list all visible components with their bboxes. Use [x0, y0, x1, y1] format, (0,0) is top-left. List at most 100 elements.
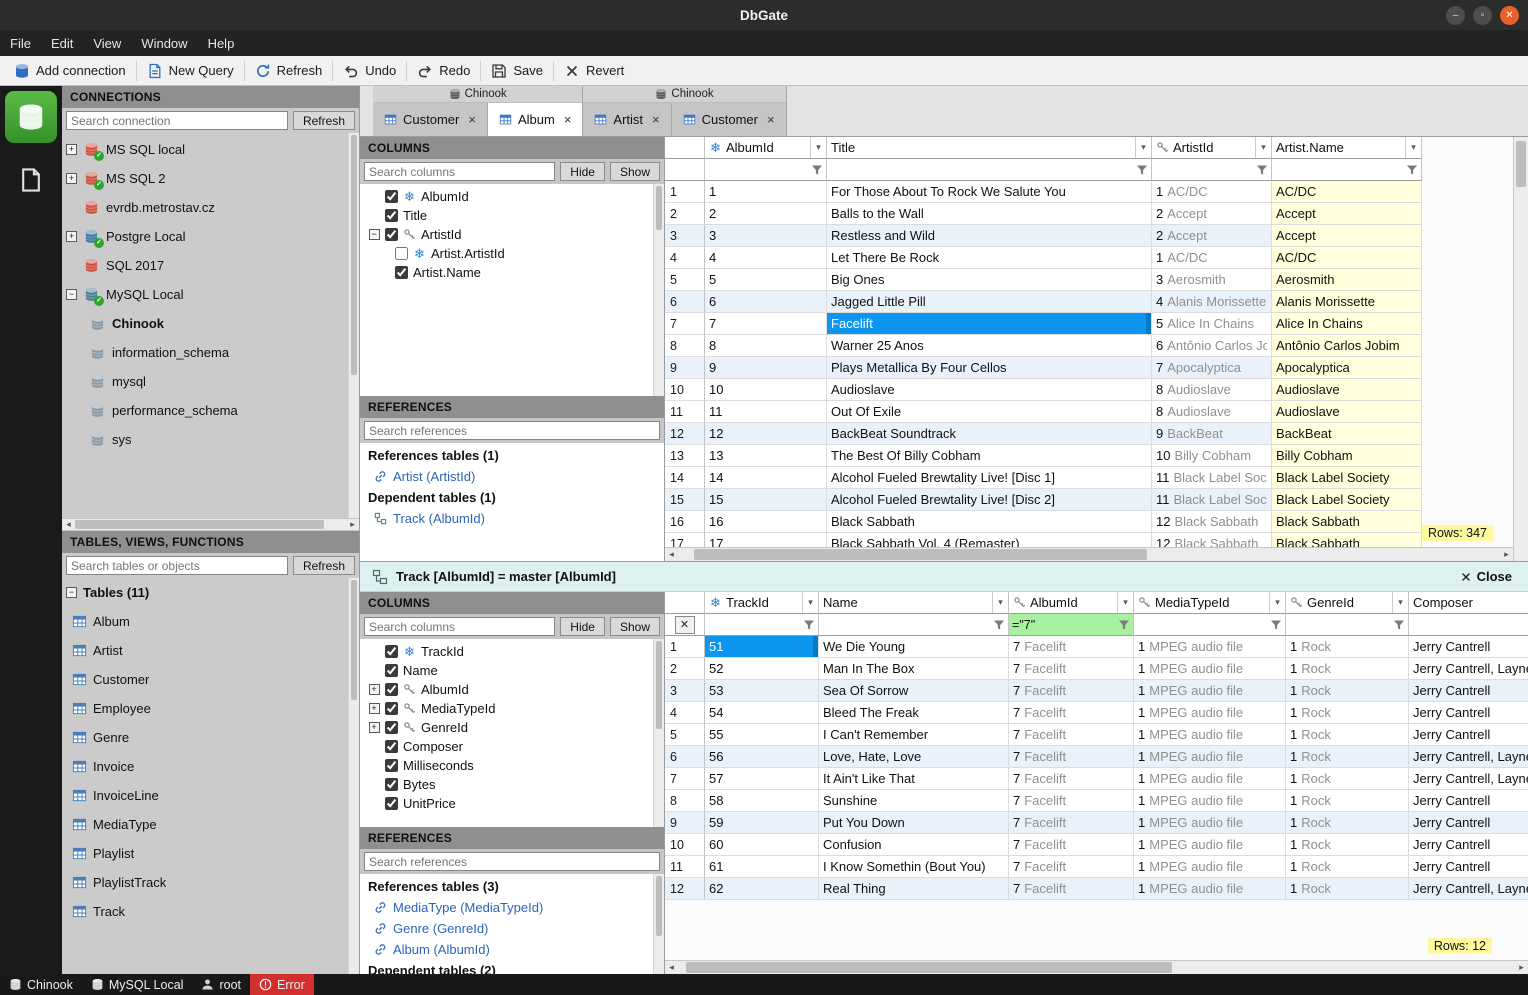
- toolbar-save-button[interactable]: Save: [481, 56, 553, 85]
- filter-input-title[interactable]: [827, 159, 1152, 181]
- column-item-genreid[interactable]: + GenreId: [360, 718, 664, 737]
- cell-genreid[interactable]: 1 Rock: [1286, 724, 1409, 746]
- menu-item-help[interactable]: Help: [198, 30, 245, 56]
- menu-item-view[interactable]: View: [83, 30, 131, 56]
- statusbar-item-error[interactable]: Error: [250, 974, 314, 995]
- cell-artistid[interactable]: 12 Black Sabbath: [1152, 533, 1272, 547]
- cell-trackid[interactable]: 51: [705, 636, 819, 658]
- filter-input-mediatypeid[interactable]: [1134, 614, 1286, 636]
- cell-composer[interactable]: Jerry Cantrell: [1409, 702, 1528, 724]
- row-number[interactable]: 2: [665, 658, 705, 680]
- column-item-artist-name[interactable]: Artist.Name: [360, 263, 664, 282]
- cell-artist-name[interactable]: Audioslave: [1272, 379, 1422, 401]
- cell-composer[interactable]: Jerry Cantrell, Layne Staley: [1409, 658, 1528, 680]
- filter-input-genreid[interactable]: [1286, 614, 1409, 636]
- row-number[interactable]: 4: [665, 702, 705, 724]
- menu-item-file[interactable]: File: [0, 30, 41, 56]
- cell-mediatypeid[interactable]: 1 MPEG audio file: [1134, 768, 1286, 790]
- chevron-down-icon[interactable]: ▾: [802, 592, 818, 613]
- cell-genreid[interactable]: 1 Rock: [1286, 680, 1409, 702]
- references-search-input[interactable]: [364, 852, 660, 871]
- cell-composer[interactable]: Jerry Cantrell, Layne Staley: [1409, 746, 1528, 768]
- cell-composer[interactable]: Jerry Cantrell: [1409, 636, 1528, 658]
- cell-artist-name[interactable]: Black Label Society: [1272, 467, 1422, 489]
- column-checkbox[interactable]: [385, 797, 398, 810]
- references-vscrollbar[interactable]: [653, 874, 664, 974]
- column-item-bytes[interactable]: Bytes: [360, 775, 664, 794]
- statusbar-item-chinook[interactable]: Chinook: [0, 974, 82, 995]
- row-number[interactable]: 17: [665, 533, 705, 547]
- cell-title[interactable]: BackBeat Soundtrack: [827, 423, 1152, 445]
- cell-name[interactable]: I Can't Remember: [819, 724, 1009, 746]
- table-item-album[interactable]: Album: [62, 607, 359, 636]
- column-item-trackid[interactable]: ❄ TrackId: [360, 642, 664, 661]
- row-number[interactable]: 10: [665, 834, 705, 856]
- statusbar-item-root[interactable]: root: [192, 974, 250, 995]
- column-checkbox[interactable]: [385, 645, 398, 658]
- tab-customer[interactable]: Customer ×: [373, 103, 488, 136]
- cell-genreid[interactable]: 1 Rock: [1286, 768, 1409, 790]
- cell-artistid[interactable]: 8 Audioslave: [1152, 401, 1272, 423]
- cell-artist-name[interactable]: Alice In Chains: [1272, 313, 1422, 335]
- cell-albumid[interactable]: 11: [705, 401, 827, 423]
- tab-close-icon[interactable]: ×: [652, 112, 660, 127]
- toolbar-refresh-button[interactable]: Refresh: [245, 56, 333, 85]
- table-item-playlist[interactable]: Playlist: [62, 839, 359, 868]
- column-checkbox[interactable]: [385, 778, 398, 791]
- cell-artist-name[interactable]: Billy Cobham: [1272, 445, 1422, 467]
- cell-trackid[interactable]: 53: [705, 680, 819, 702]
- cell-artist-name[interactable]: AC/DC: [1272, 181, 1422, 203]
- show-button[interactable]: Show: [609, 162, 660, 181]
- cell-genreid[interactable]: 1 Rock: [1286, 856, 1409, 878]
- table-item-invoice[interactable]: Invoice: [62, 752, 359, 781]
- row-number[interactable]: 6: [665, 746, 705, 768]
- row-number[interactable]: 13: [665, 445, 705, 467]
- cell-artistid[interactable]: 12 Black Sabbath: [1152, 511, 1272, 533]
- expander-icon[interactable]: +: [66, 144, 77, 155]
- column-header-trackid[interactable]: ❄ TrackId ▾: [705, 592, 819, 614]
- cell-trackid[interactable]: 55: [705, 724, 819, 746]
- column-item-composer[interactable]: Composer: [360, 737, 664, 756]
- reference-link-artist-artistid[interactable]: Artist (ArtistId): [360, 466, 664, 487]
- cell-artistid[interactable]: 6Antônio Carlos Jobim: [1152, 335, 1272, 357]
- tab-close-icon[interactable]: ×: [767, 112, 775, 127]
- tab-customer[interactable]: Customer ×: [671, 103, 786, 136]
- cell-artistid[interactable]: 1 AC/DC: [1152, 247, 1272, 269]
- cell-artist-name[interactable]: Aerosmith: [1272, 269, 1422, 291]
- cell-albumid[interactable]: 14: [705, 467, 827, 489]
- query-files-button[interactable]: [18, 167, 44, 193]
- row-number[interactable]: 3: [665, 225, 705, 247]
- cell-genreid[interactable]: 1 Rock: [1286, 834, 1409, 856]
- toolbar-add-connection-button[interactable]: Add connection: [4, 56, 136, 85]
- row-number[interactable]: 9: [665, 812, 705, 834]
- reference-link-mediatype-mediatypeid[interactable]: MediaType (MediaTypeId): [360, 897, 664, 918]
- cell-genreid[interactable]: 1 Rock: [1286, 702, 1409, 724]
- cell-mediatypeid[interactable]: 1 MPEG audio file: [1134, 658, 1286, 680]
- chevron-down-icon[interactable]: ▾: [1255, 137, 1271, 158]
- chevron-down-icon[interactable]: ▾: [1135, 137, 1151, 158]
- show-button[interactable]: Show: [609, 617, 660, 636]
- chevron-down-icon[interactable]: ▾: [1117, 592, 1133, 613]
- cell-albumid[interactable]: 7 Facelift: [1009, 658, 1134, 680]
- cell-albumid[interactable]: 7 Facelift: [1009, 768, 1134, 790]
- cell-name[interactable]: We Die Young: [819, 636, 1009, 658]
- cell-albumid[interactable]: 9: [705, 357, 827, 379]
- cell-composer[interactable]: Jerry Cantrell: [1409, 834, 1528, 856]
- cell-trackid[interactable]: 58: [705, 790, 819, 812]
- cell-artistid[interactable]: 5 Alice In Chains: [1152, 313, 1272, 335]
- cell-albumid[interactable]: 7 Facelift: [1009, 790, 1134, 812]
- cell-title[interactable]: Jagged Little Pill: [827, 291, 1152, 313]
- connection-item-sql-2017[interactable]: +SQL 2017: [62, 251, 359, 280]
- column-item-artistid[interactable]: − ArtistId: [360, 225, 664, 244]
- expander-icon[interactable]: +: [66, 231, 77, 242]
- cell-albumid[interactable]: 7 Facelift: [1009, 746, 1134, 768]
- cell-artistid[interactable]: 11Black Label Society: [1152, 489, 1272, 511]
- cell-name[interactable]: Sunshine: [819, 790, 1009, 812]
- expander-icon[interactable]: +: [368, 684, 380, 695]
- tables-search-input[interactable]: [66, 556, 288, 575]
- chevron-down-icon[interactable]: ▾: [1405, 137, 1421, 158]
- scroll-left-icon[interactable]: ◂: [665, 548, 678, 561]
- close-detail-button[interactable]: Close: [1460, 569, 1516, 584]
- row-number[interactable]: 4: [665, 247, 705, 269]
- cell-title[interactable]: Facelift: [827, 313, 1152, 335]
